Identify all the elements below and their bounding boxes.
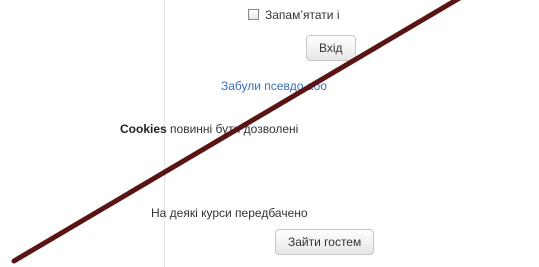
cookies-bold: Cookies (120, 122, 167, 136)
remember-label: Запам’ятати і (265, 8, 340, 22)
forgot-password-link[interactable]: Забули псевдо або (221, 79, 327, 93)
remember-checkbox[interactable] (248, 9, 259, 20)
remember-username[interactable]: Запам’ятати і (248, 8, 339, 22)
login-button[interactable]: Вхід (306, 35, 356, 61)
cookies-text: повинні бути дозволені (166, 122, 299, 136)
cookies-notice: Cookies повинні бути дозволені (120, 122, 298, 136)
guest-access-info: На деякі курси передбачено (151, 206, 308, 220)
guest-login-button[interactable]: Зайти гостем (275, 229, 375, 255)
